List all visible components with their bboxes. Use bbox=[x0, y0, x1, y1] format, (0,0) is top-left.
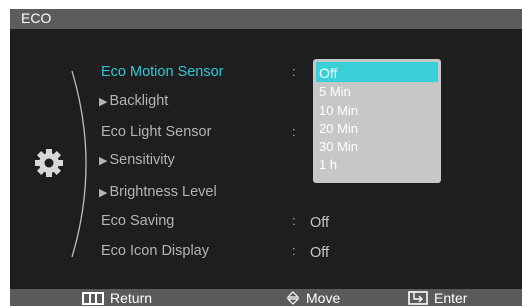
up-down-arrows-icon bbox=[286, 291, 300, 305]
gear-icon bbox=[35, 149, 63, 177]
title-bar: ECO bbox=[10, 9, 522, 29]
menu-item-backlight[interactable]: ▶ Backlight bbox=[99, 93, 168, 109]
button-guide-bar: Return Move Enter bbox=[10, 289, 522, 306]
separator-colon: : bbox=[292, 124, 296, 139]
menu-item-brightness-level[interactable]: ▶ Brightness Level bbox=[99, 184, 217, 200]
menu-item-sensitivity[interactable]: ▶ Sensitivity bbox=[99, 152, 175, 168]
menu-item-eco-light-sensor[interactable]: Eco Light Sensor bbox=[99, 124, 211, 140]
menu-item-eco-motion-sensor[interactable]: Eco Motion Sensor bbox=[99, 64, 224, 80]
submenu-arrow-icon: ▶ bbox=[99, 155, 108, 167]
submenu-arrow-icon: ▶ bbox=[99, 96, 108, 108]
separator-colon: : bbox=[292, 213, 296, 228]
dropdown-option[interactable]: 10 Min bbox=[316, 104, 438, 118]
separator-colon: : bbox=[292, 243, 296, 258]
dropdown-option-selected[interactable]: Off bbox=[316, 62, 438, 82]
eco-saving-value: Off bbox=[310, 215, 330, 231]
page-title: ECO bbox=[21, 10, 52, 26]
menu-item-eco-saving[interactable]: Eco Saving bbox=[99, 213, 174, 229]
enter-icon bbox=[408, 291, 428, 305]
eco-motion-sensor-dropdown[interactable]: Off 5 Min 10 Min 20 Min 30 Min 1 h bbox=[313, 59, 441, 183]
osd-panel: ECO Eco Motion Sensor ▶ Backlight Eco Lig… bbox=[10, 9, 522, 306]
dropdown-option[interactable]: 5 Min bbox=[316, 85, 438, 99]
enter-hint[interactable]: Enter bbox=[408, 290, 467, 306]
submenu-arrow-icon: ▶ bbox=[99, 187, 108, 199]
return-icon bbox=[82, 292, 104, 305]
menu-bracket bbox=[71, 70, 87, 258]
dropdown-option[interactable]: 30 Min bbox=[316, 140, 438, 154]
move-hint[interactable]: Move bbox=[286, 290, 340, 306]
menu-item-eco-icon-display[interactable]: Eco Icon Display bbox=[99, 243, 209, 259]
separator-colon: : bbox=[292, 64, 296, 79]
dropdown-option[interactable]: 20 Min bbox=[316, 122, 438, 136]
eco-icon-display-value: Off bbox=[310, 245, 330, 261]
dropdown-option[interactable]: 1 h bbox=[316, 158, 438, 172]
return-hint[interactable]: Return bbox=[82, 290, 152, 306]
